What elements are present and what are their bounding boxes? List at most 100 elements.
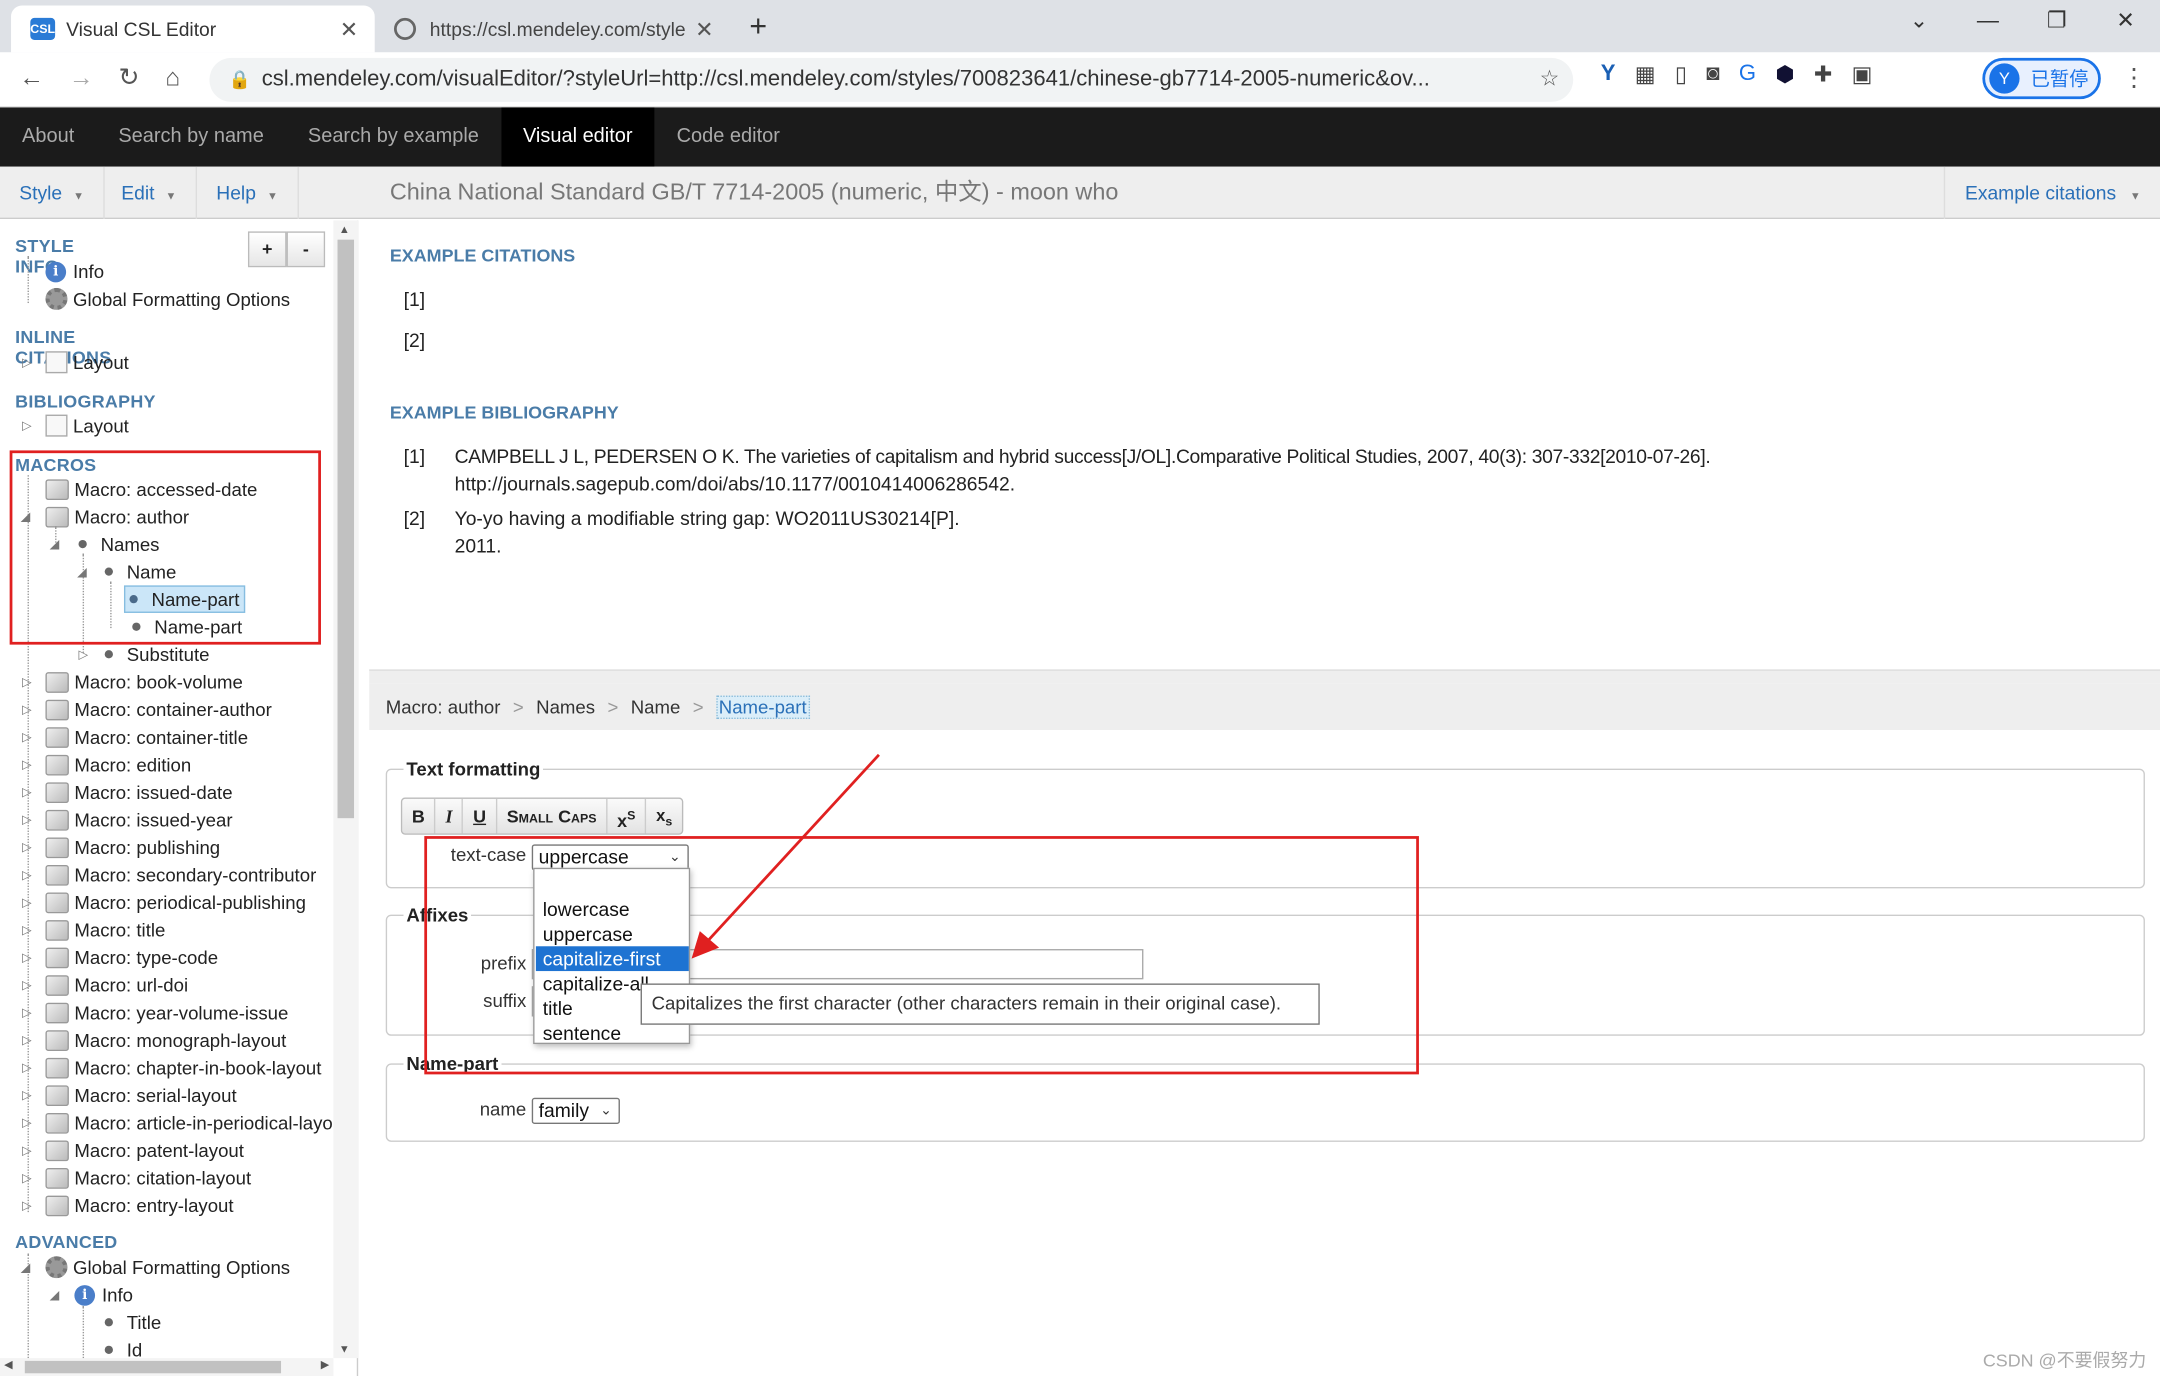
collapse-icon[interactable]: ◢ <box>21 1260 31 1275</box>
tree-node-macro[interactable]: Macro: patent-layout <box>45 1136 244 1164</box>
expand-icon[interactable]: ▷ <box>22 355 32 370</box>
tree-node-macro[interactable]: Macro: periodical-publishing <box>45 888 306 916</box>
italic-button[interactable]: I <box>436 798 464 834</box>
expand-icon[interactable]: ▷ <box>22 730 32 745</box>
bookmark-star-icon[interactable]: ☆ <box>1540 58 1560 102</box>
tree-vertical-scrollbar[interactable]: ▲ ▼ <box>333 220 359 1359</box>
style-menu[interactable]: Style ▼ <box>0 166 105 220</box>
side-panel-icon[interactable]: ▣ <box>1852 61 1873 89</box>
tree-node-info[interactable]: i Info <box>45 258 104 286</box>
nav-search-by-example[interactable]: Search by example <box>286 107 501 166</box>
tree-node-global-formatting[interactable]: Global Formatting Options <box>45 1253 290 1281</box>
extension-bookmark-icon[interactable]: ▯ <box>1675 61 1687 89</box>
expand-icon[interactable]: ▷ <box>22 1006 32 1021</box>
breadcrumb-item[interactable]: Macro: author <box>386 696 501 717</box>
close-window-icon[interactable]: ✕ <box>2091 0 2160 47</box>
browser-tab-active[interactable]: CSL Visual CSL Editor ✕ <box>11 5 375 53</box>
restore-icon[interactable]: ❐ <box>2022 0 2091 47</box>
tab-search-icon[interactable]: ⌄ <box>1885 0 1954 47</box>
extension-zip-icon[interactable]: ▦ <box>1635 61 1656 89</box>
expand-icon[interactable]: ▷ <box>22 1116 32 1131</box>
browser-menu-icon[interactable]: ⋮ <box>2122 63 2147 92</box>
expand-icon[interactable]: ▷ <box>22 950 32 965</box>
expand-icon[interactable]: ▷ <box>22 840 32 855</box>
nav-visual-editor[interactable]: Visual editor <box>500 107 655 167</box>
tree-node-macro[interactable]: Macro: container-title <box>45 723 248 751</box>
expand-icon[interactable]: ▷ <box>22 1171 32 1186</box>
expand-icon[interactable]: ▷ <box>22 702 32 717</box>
nav-code-editor[interactable]: Code editor <box>655 107 802 166</box>
tree-node-macro[interactable]: Macro: entry-layout <box>45 1191 234 1219</box>
scroll-down-icon[interactable]: ▼ <box>339 1343 350 1355</box>
home-icon[interactable]: ⌂ <box>165 63 180 92</box>
close-tab-icon[interactable]: ✕ <box>340 17 358 45</box>
nav-about[interactable]: About <box>0 107 96 166</box>
tree-node-macro[interactable]: Macro: publishing <box>45 833 220 861</box>
tree-node-macro[interactable]: Macro: edition <box>45 751 191 779</box>
superscript-button[interactable]: xS <box>608 798 647 834</box>
reload-icon[interactable]: ↻ <box>118 63 139 92</box>
breadcrumb-item[interactable]: Names <box>536 696 595 717</box>
expand-icon[interactable]: ▷ <box>22 923 32 938</box>
back-icon[interactable]: ← <box>19 63 44 92</box>
tree-node-macro[interactable]: Macro: chapter-in-book-layout <box>45 1054 321 1082</box>
expand-icon[interactable]: ▷ <box>22 675 32 690</box>
collapse-icon[interactable]: ◢ <box>50 1288 60 1303</box>
new-tab-icon[interactable]: + <box>749 8 767 44</box>
tree-node-macro[interactable]: Macro: title <box>45 916 165 944</box>
expand-icon[interactable]: ▷ <box>22 1061 32 1076</box>
expand-icon[interactable]: ▷ <box>22 813 32 828</box>
scroll-up-icon[interactable]: ▲ <box>339 223 350 235</box>
minimize-icon[interactable]: — <box>1953 0 2022 47</box>
tree-node-macro[interactable]: Macro: issued-year <box>45 806 233 834</box>
url-input[interactable]: 🔒 csl.mendeley.com/visualEditor/?styleUr… <box>209 57 1574 102</box>
extension-translate-icon[interactable]: G <box>1739 62 1756 87</box>
tree-node-macro[interactable]: Macro: article-in-periodical-layou <box>45 1109 343 1137</box>
name-select[interactable]: family ⌄ <box>531 1097 620 1124</box>
forward-icon[interactable]: → <box>69 63 94 92</box>
extension-y-icon[interactable]: Y <box>1601 62 1616 87</box>
section-advanced[interactable]: ADVANCED <box>15 1231 117 1252</box>
tree-node-macro[interactable]: Macro: monograph-layout <box>45 1026 286 1054</box>
expand-icon[interactable]: ▷ <box>22 1143 32 1158</box>
expand-icon[interactable]: ▷ <box>22 978 32 993</box>
bold-button[interactable]: B <box>402 798 436 834</box>
example-citations-menu[interactable]: Example citations ▼ <box>1944 166 2160 220</box>
underline-button[interactable]: U <box>463 798 498 834</box>
remove-node-button[interactable]: - <box>286 231 326 268</box>
scrollbar-thumb[interactable] <box>337 239 355 819</box>
tree-node-macro[interactable]: Macro: serial-layout <box>45 1081 237 1109</box>
section-bibliography[interactable]: BIBLIOGRAPHY <box>15 391 156 412</box>
expand-icon[interactable]: ▷ <box>22 758 32 773</box>
expand-icon[interactable]: ▷ <box>22 1088 32 1103</box>
help-menu[interactable]: Help ▼ <box>197 166 299 220</box>
tree-node-macro[interactable]: Macro: year-volume-issue <box>45 999 288 1027</box>
expand-icon[interactable]: ▷ <box>22 1198 32 1213</box>
expand-icon[interactable]: ▷ <box>22 868 32 883</box>
expand-icon[interactable]: ▷ <box>22 785 32 800</box>
profile-button[interactable]: Y 已暂停 <box>1982 57 2101 100</box>
expand-icon[interactable]: ▷ <box>22 419 32 434</box>
extension-hex-icon[interactable]: ⬢ <box>1775 61 1794 89</box>
tree-node-citation-layout[interactable]: Layout <box>45 348 129 376</box>
extensions-puzzle-icon[interactable]: ✚ <box>1814 61 1832 89</box>
tree-node-macro[interactable]: Macro: secondary-contributor <box>45 861 316 889</box>
breadcrumb-item[interactable]: Name <box>631 696 681 717</box>
edit-menu[interactable]: Edit ▼ <box>102 166 198 220</box>
breadcrumb-current[interactable]: Name-part <box>716 694 810 719</box>
tree-node-macro[interactable]: Macro: issued-date <box>45 778 233 806</box>
close-tab-icon[interactable]: ✕ <box>695 17 713 45</box>
tree-node-title[interactable]: Title <box>101 1309 161 1337</box>
extension-tampermonkey-icon[interactable]: ◙ <box>1706 62 1719 87</box>
add-node-button[interactable]: + <box>247 231 287 268</box>
tree-horizontal-scrollbar[interactable]: ◀ ▶ <box>0 1358 334 1376</box>
tree-node-macro[interactable]: Macro: book-volume <box>45 668 243 696</box>
expand-icon[interactable]: ▷ <box>22 1033 32 1048</box>
tree-node-global-formatting[interactable]: Global Formatting Options <box>45 285 290 313</box>
browser-tab[interactable]: https://csl.mendeley.com/style ✕ <box>380 6 730 53</box>
scroll-right-icon[interactable]: ▶ <box>321 1358 329 1370</box>
scroll-left-icon[interactable]: ◀ <box>4 1358 12 1370</box>
tree-node-macro[interactable]: Macro: type-code <box>45 944 218 972</box>
tree-node-bibliography-layout[interactable]: Layout <box>45 412 129 440</box>
tree-node-macro[interactable]: Macro: container-author <box>45 696 272 724</box>
